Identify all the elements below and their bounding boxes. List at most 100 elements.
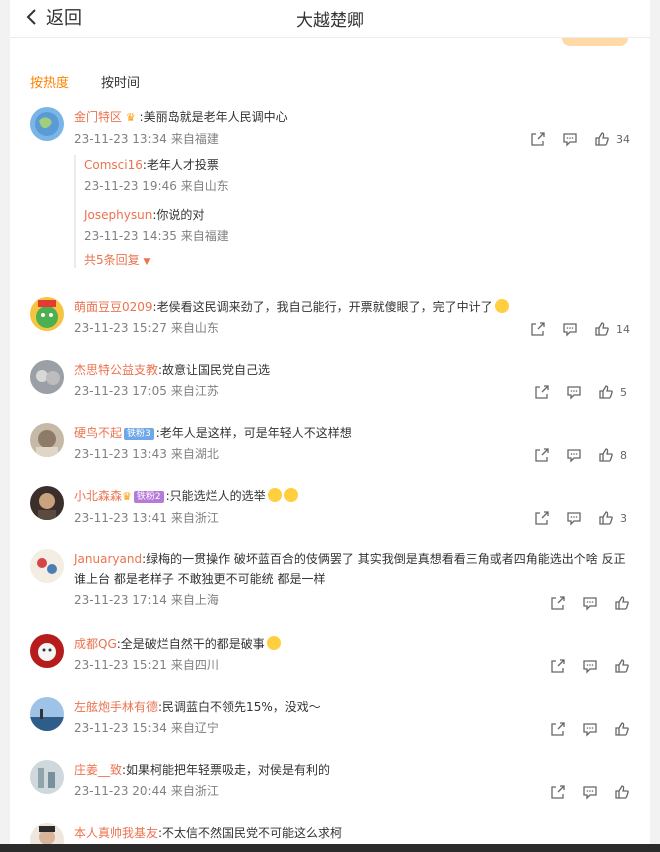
like-button[interactable] <box>614 721 630 737</box>
reply-button[interactable] <box>582 784 598 800</box>
comment-icon <box>567 386 581 400</box>
sort-tabs: 按热度 按时间 <box>30 72 140 91</box>
comment-text: :民调蓝白不领先15%，没戏～ <box>158 700 321 714</box>
avatar[interactable] <box>30 423 64 457</box>
avatar[interactable] <box>30 486 64 520</box>
comment-location: 来自浙江 <box>170 511 219 525</box>
comment-time: 23-11-23 15:34 <box>74 721 167 735</box>
like-count: 5 <box>620 385 627 399</box>
like-button[interactable] <box>614 658 630 674</box>
follow-button-edge[interactable] <box>562 38 628 46</box>
reply-button[interactable] <box>566 384 582 400</box>
like-button[interactable]: 5 <box>598 384 630 400</box>
avatar[interactable] <box>30 360 64 394</box>
like-button[interactable]: 3 <box>598 510 630 526</box>
reply-button[interactable] <box>582 595 598 611</box>
username[interactable]: 硬鸟不起 <box>74 426 122 440</box>
share-icon <box>535 448 549 462</box>
emoji-icon <box>267 488 282 502</box>
share-button[interactable] <box>550 721 566 737</box>
username[interactable]: 金门特区 <box>74 110 122 124</box>
share-button[interactable] <box>550 784 566 800</box>
like-count: 3 <box>620 511 627 525</box>
like-button[interactable]: 8 <box>598 447 630 463</box>
reply-time: 23-11-23 14:35 <box>84 229 177 243</box>
emoji-icon <box>494 299 509 313</box>
share-button[interactable] <box>530 321 546 337</box>
avatar[interactable] <box>30 697 64 731</box>
thumbs-up-icon <box>599 385 613 399</box>
username[interactable]: 萌面豆豆0209 <box>74 300 153 314</box>
share-button[interactable] <box>534 510 550 526</box>
avatar[interactable] <box>30 634 64 668</box>
share-button[interactable] <box>534 447 550 463</box>
caret-down-icon: ▼ <box>143 257 151 267</box>
comment-item: 左舷炮手林有德:民调蓝白不领先15%，没戏～ 23-11-23 15:34 来自辽… <box>30 697 630 747</box>
like-button[interactable]: 14 <box>594 321 630 337</box>
more-replies-link[interactable]: 共5条回复 ▼ <box>84 251 630 268</box>
username[interactable]: 成都QG <box>74 637 117 651</box>
comment-location: 来自山东 <box>170 321 219 335</box>
comment-time: 23-11-23 20:44 <box>74 784 167 798</box>
thumbs-up-icon <box>595 132 609 146</box>
like-count: 14 <box>616 322 630 336</box>
comment-text: :美丽岛就是老年人民调中心 <box>139 110 288 124</box>
username[interactable]: Comsci16 <box>84 158 143 172</box>
comment-text: :绿梅的一贯操作 破坏蓝百合的伎俩罢了 其实我倒是真想看看三角或者四角能选出个啥… <box>74 552 626 586</box>
comment-time: 23-11-23 13:34 <box>74 132 167 146</box>
tab-sort-hot[interactable]: 按热度 <box>30 72 69 91</box>
like-count: 8 <box>620 448 627 462</box>
reply-location: 来自福建 <box>180 229 229 243</box>
reply-button[interactable] <box>582 658 598 674</box>
share-icon <box>535 385 549 399</box>
share-button[interactable] <box>550 595 566 611</box>
share-button[interactable] <box>530 131 546 147</box>
reply-button[interactable] <box>566 447 582 463</box>
page-title: 大越楚卿 <box>296 11 364 31</box>
thumbs-up-icon <box>599 511 613 525</box>
username[interactable]: 小北森森 <box>74 489 122 503</box>
tab-sort-time[interactable]: 按时间 <box>101 72 140 91</box>
username[interactable]: 本人真帅我基友 <box>74 826 158 840</box>
reply-text: :老年人才投票 <box>142 158 219 172</box>
thumbs-up-icon <box>615 659 629 673</box>
comment-icon <box>583 597 597 611</box>
avatar[interactable] <box>30 297 64 331</box>
reply-button[interactable] <box>562 321 578 337</box>
crown-icon: ♛ <box>122 490 132 503</box>
thumbs-up-icon <box>615 722 629 736</box>
comment-item: 庄姜__致:如果柯能把年轻票吸走，对侯是有利的 23-11-23 20:44 来自… <box>30 760 630 810</box>
comment-icon <box>583 723 597 737</box>
top-bar: 返回 大越楚卿 <box>10 0 650 38</box>
avatar[interactable] <box>30 549 64 583</box>
username[interactable]: Januaryand <box>74 552 142 566</box>
comment-time: 23-11-23 17:14 <box>74 593 167 607</box>
username[interactable]: Josephysun <box>84 208 152 222</box>
username[interactable]: 杰思特公益支教 <box>74 363 158 377</box>
comment-item: Januaryand:绿梅的一贯操作 破坏蓝百合的伎俩罢了 其实我倒是真想看看三… <box>30 549 630 619</box>
reply-button[interactable] <box>566 510 582 526</box>
username[interactable]: 左舷炮手林有德 <box>74 700 158 714</box>
comment-location: 来自辽宁 <box>170 721 219 735</box>
comment-location: 来自湖北 <box>170 447 219 461</box>
like-button[interactable]: 34 <box>594 131 630 147</box>
reply-text: :你说的对 <box>152 208 205 222</box>
comment-text: :故意让国民党自己选 <box>158 363 271 377</box>
reply-button[interactable] <box>582 721 598 737</box>
like-button[interactable] <box>614 595 630 611</box>
comment-time: 23-11-23 13:43 <box>74 447 167 461</box>
reply-button[interactable] <box>562 131 578 147</box>
username[interactable]: 庄姜__致 <box>74 763 122 777</box>
share-icon <box>535 511 549 525</box>
avatar[interactable] <box>30 760 64 794</box>
avatar[interactable] <box>30 107 64 141</box>
comment-time: 23-11-23 15:27 <box>74 321 167 335</box>
share-button[interactable] <box>550 658 566 674</box>
horizontal-scrollbar[interactable] <box>0 844 660 852</box>
thumbs-up-icon <box>615 785 629 799</box>
share-button[interactable] <box>534 384 550 400</box>
comment-location: 来自江苏 <box>170 384 219 398</box>
like-button[interactable] <box>614 784 630 800</box>
comment-icon <box>563 323 577 337</box>
thumbs-up-icon <box>615 596 629 610</box>
